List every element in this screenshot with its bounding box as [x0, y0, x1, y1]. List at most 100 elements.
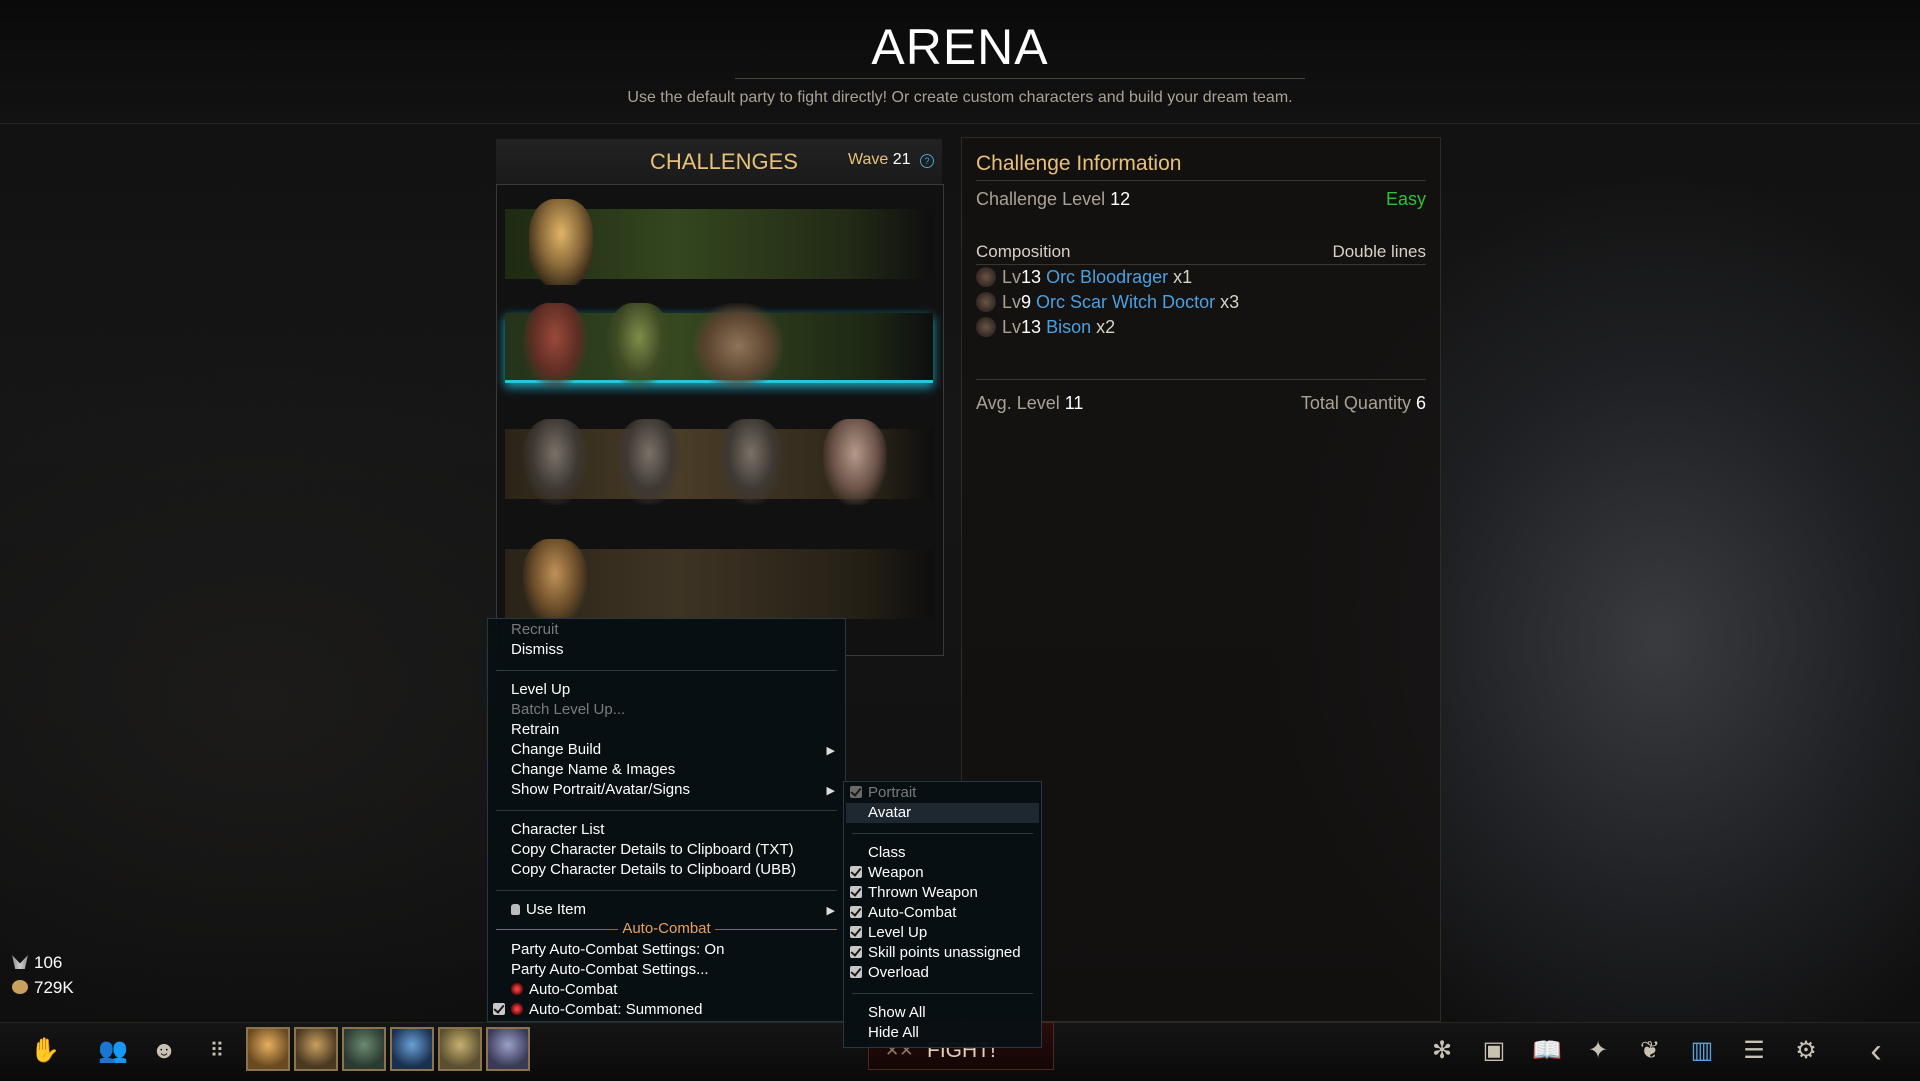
hand-icon[interactable]: ✋: [30, 1037, 60, 1065]
enemy-figure: [617, 419, 681, 505]
gold-value: 729K: [34, 978, 74, 997]
submenu-arrow-icon: ▶: [826, 785, 835, 797]
challenge-row[interactable]: [505, 419, 933, 505]
auto-combat-summoned-label: Auto-Combat: Summoned: [529, 1001, 703, 1018]
enemy-mini-icon: [976, 292, 996, 312]
challenge-row[interactable]: [505, 199, 933, 285]
party-portrait[interactable]: [486, 1027, 530, 1071]
level-up-label: Level Up: [868, 924, 928, 941]
wings-menu-icon[interactable]: ❦: [1636, 1037, 1664, 1065]
menu-item-auto-combat-summoned[interactable]: Auto-Combat: Summoned: [493, 1001, 702, 1018]
character-icon[interactable]: ☻: [150, 1037, 178, 1065]
enemy-qty: x1: [1173, 267, 1193, 287]
checkbox-checked[interactable]: [850, 866, 862, 878]
menu-item-copy-ubb[interactable]: Copy Character Details to Clipboard (UBB…: [511, 861, 796, 878]
submenu-item-level-up[interactable]: Level Up: [850, 924, 927, 941]
avg-level-value: 11: [1064, 393, 1084, 413]
menu-item-recruit: Recruit: [511, 621, 559, 638]
menu-item-change-build[interactable]: Change Build: [511, 741, 601, 758]
party-icon[interactable]: 👥: [98, 1037, 128, 1065]
submenu-item-avatar[interactable]: Avatar: [868, 804, 911, 821]
log-icon[interactable]: ☰: [1740, 1037, 1768, 1065]
challenge-row[interactable]: [505, 539, 933, 625]
divider: [976, 379, 1426, 380]
submenu-item-weapon[interactable]: Weapon: [850, 864, 924, 881]
menu-item-use-item[interactable]: Use Item: [511, 901, 586, 918]
enemy-name-link[interactable]: Orc Scar Witch Doctor: [1036, 292, 1215, 312]
menu-item-party-settings[interactable]: Party Auto-Combat Settings...: [511, 961, 709, 978]
enemy-figure: [523, 419, 587, 505]
help-icon[interactable]: ?: [920, 154, 934, 168]
submenu-item-thrown-weapon[interactable]: Thrown Weapon: [850, 884, 978, 901]
party-portrait[interactable]: [294, 1027, 338, 1071]
menu-item-copy-txt[interactable]: Copy Character Details to Clipboard (TXT…: [511, 841, 794, 858]
enemy-level: 13: [1021, 317, 1042, 337]
menu-separator: [496, 890, 837, 891]
party-portrait[interactable]: [342, 1027, 386, 1071]
menu-separator: [496, 670, 837, 671]
submenu-item-class[interactable]: Class: [868, 844, 906, 861]
bug-icon[interactable]: ✻: [1428, 1037, 1456, 1065]
enemy-qty: x3: [1220, 292, 1240, 312]
challenge-row-selected[interactable]: [505, 303, 933, 389]
challenge-level-label: Challenge Level: [976, 189, 1106, 209]
overload-label: Overload: [868, 964, 929, 981]
menu-item-level-up[interactable]: Level Up: [511, 681, 570, 698]
checkbox-checked[interactable]: [850, 926, 862, 938]
enemy-mini-icon: [976, 267, 996, 287]
menu-item-auto-combat[interactable]: Auto-Combat: [511, 981, 617, 998]
checkbox-checked[interactable]: [850, 906, 862, 918]
portrait-label: Portrait: [868, 784, 917, 801]
submenu-item-skill-points[interactable]: Skill points unassigned: [850, 944, 1021, 961]
potion-icon: [511, 904, 520, 915]
checkbox-checked-disabled: [850, 786, 862, 798]
checkbox-checked[interactable]: [850, 886, 862, 898]
checkbox-checked[interactable]: [850, 966, 862, 978]
page-subtitle: Use the default party to fight directly!…: [627, 89, 1293, 106]
chest-icon[interactable]: ▣: [1480, 1037, 1508, 1065]
menu-separator: [852, 993, 1033, 994]
reputation-value: 106: [34, 953, 63, 972]
party-portrait[interactable]: [438, 1027, 482, 1071]
menu-item-retrain[interactable]: Retrain: [511, 721, 559, 738]
menu-item-dismiss[interactable]: Dismiss: [511, 641, 564, 658]
title-divider: [735, 78, 1305, 79]
checkbox-checked[interactable]: [850, 946, 862, 958]
enemy-figure: [523, 539, 587, 625]
menu-item-change-name-images[interactable]: Change Name & Images: [511, 761, 675, 778]
challenges-list[interactable]: [496, 184, 944, 656]
difficulty-label: Easy: [1385, 189, 1426, 209]
back-arrow-icon[interactable]: ‹: [1862, 1034, 1890, 1068]
auto-combat-icon: [511, 983, 523, 995]
skills-icon[interactable]: ✦: [1584, 1037, 1612, 1065]
menu-item-show-portrait[interactable]: Show Portrait/Avatar/Signs: [511, 781, 690, 798]
page-title: ARENA: [871, 19, 1049, 75]
settings-gear-icon[interactable]: ⚙: [1792, 1037, 1820, 1065]
menu-item-party-settings-on[interactable]: Party Auto-Combat Settings: On: [511, 941, 724, 958]
enemy-figure-bison: [693, 303, 783, 389]
enemy-figure-orc-bloodrager: [523, 303, 587, 389]
party-portrait[interactable]: [390, 1027, 434, 1071]
book-icon[interactable]: 📖: [1532, 1037, 1562, 1065]
composition-mode[interactable]: Double lines: [1332, 242, 1426, 262]
submenu-arrow-icon: ▶: [826, 745, 835, 757]
weapon-label: Weapon: [868, 864, 924, 881]
enemy-name-link[interactable]: Bison: [1046, 317, 1091, 337]
submenu-item-show-all[interactable]: Show All: [868, 1004, 926, 1021]
wave-label: Wave: [848, 151, 889, 168]
submenu-item-hide-all[interactable]: Hide All: [868, 1024, 919, 1041]
menu-item-batch-level-up: Batch Level Up...: [511, 701, 626, 718]
total-qty-label: Total Quantity: [1300, 393, 1411, 413]
checkbox-checked[interactable]: [493, 1003, 505, 1015]
stats-chart-icon[interactable]: ▥: [1688, 1037, 1716, 1065]
submenu-item-overload[interactable]: Overload: [850, 964, 929, 981]
auto-combat-label: Auto-Combat: [868, 904, 957, 921]
enemy-name-link[interactable]: Orc Bloodrager: [1046, 267, 1168, 287]
submenu-item-auto-combat[interactable]: Auto-Combat: [850, 904, 956, 921]
grid-icon[interactable]: ⠿: [203, 1037, 231, 1065]
enemy-qty: x2: [1096, 317, 1116, 337]
avg-level: Avg. Level 11: [976, 393, 1083, 414]
menu-item-character-list[interactable]: Character List: [511, 821, 604, 838]
skill-points-label: Skill points unassigned: [868, 944, 1021, 961]
party-portrait[interactable]: [246, 1027, 290, 1071]
